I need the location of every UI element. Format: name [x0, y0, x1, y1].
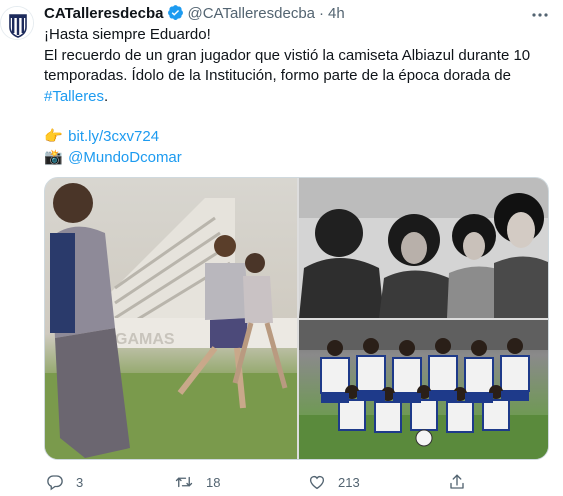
tweet-line: temporadas. Ídolo de la Institución, for…	[44, 67, 511, 84]
tweet-line: ¡Hasta siempre Eduardo!	[44, 26, 211, 43]
reply-icon	[47, 475, 63, 491]
like-count: 213	[338, 474, 360, 490]
tweet-header: CATalleresdecba @CATalleresdecba · 4h	[44, 4, 554, 24]
photo-team[interactable]	[299, 320, 548, 459]
more-icon[interactable]	[530, 7, 550, 23]
hashtag-link[interactable]: #Talleres	[44, 88, 104, 105]
retweet-icon	[175, 476, 193, 488]
display-name[interactable]: CATalleresdecba	[44, 5, 164, 22]
like-icon	[309, 475, 325, 490]
timestamp[interactable]: 4h	[328, 5, 345, 22]
tweet-line: 📸 @MundoDcomar	[44, 148, 549, 169]
pointing-hand-icon: 👉	[44, 128, 63, 145]
photo-group-portrait[interactable]	[299, 178, 548, 318]
share-icon	[450, 474, 464, 489]
tweet[interactable]: CATalleresdecba @CATalleresdecba · 4h ¡Hast…	[0, 0, 563, 496]
separator-dot: ·	[319, 5, 325, 22]
retweet-button[interactable]: 18	[174, 470, 220, 494]
svg-text:GAMAS: GAMAS	[115, 331, 175, 348]
mention-link[interactable]: @MundoDcomar	[68, 149, 182, 166]
share-button[interactable]	[448, 470, 466, 494]
tweet-line: #Talleres.	[44, 87, 549, 108]
photo-football-action[interactable]: GAMAS	[45, 178, 297, 459]
avatar[interactable]	[0, 6, 34, 40]
media-grid: GAMAS	[44, 177, 549, 460]
club-crest-icon	[1, 7, 33, 39]
tweet-actions: 3 18 213	[44, 470, 549, 494]
retweet-count: 18	[206, 474, 221, 490]
hashtag-suffix: .	[104, 87, 109, 105]
like-button[interactable]: 213	[308, 470, 360, 494]
camera-icon: 📸	[44, 148, 63, 166]
reply-button[interactable]: 3	[46, 470, 83, 494]
handle[interactable]: @CATalleresdecba	[188, 5, 316, 22]
verified-badge-icon	[167, 5, 183, 20]
tweet-text: ¡Hasta siempre Eduardo! El recuerdo de u…	[44, 25, 549, 168]
photo-football-action-art: GAMAS	[45, 183, 297, 459]
tweet-line: 👉 bit.ly/3cxv724	[44, 127, 549, 148]
photo-team-art	[299, 320, 548, 459]
tweet-line: El recuerdo de un gran jugador que visti…	[44, 46, 531, 64]
photo-group-portrait-art	[299, 178, 548, 318]
short-link[interactable]: bit.ly/3cxv724	[68, 128, 159, 145]
reply-count: 3	[76, 474, 84, 490]
